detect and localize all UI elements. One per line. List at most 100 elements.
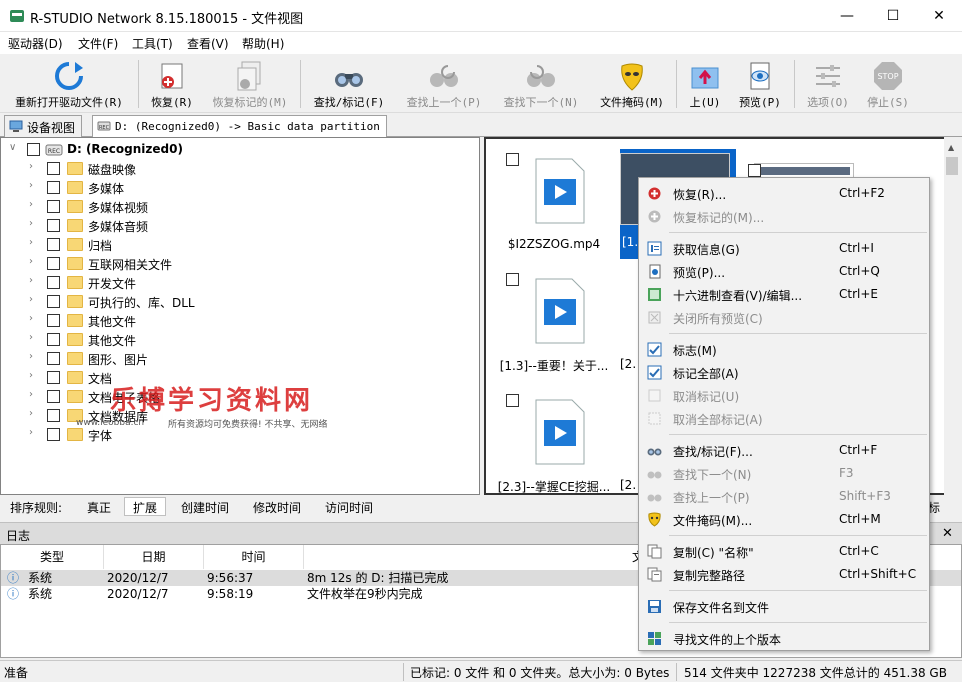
file-checkbox[interactable] xyxy=(506,273,519,286)
context-menu-item[interactable]: 标志(M) xyxy=(639,338,929,361)
maximize-button[interactable]: ☐ xyxy=(870,0,916,32)
chevron-right-icon[interactable]: › xyxy=(29,199,33,210)
menu-help[interactable]: 帮助(H) xyxy=(242,35,284,52)
sort-button[interactable]: 修改时间 xyxy=(244,497,310,516)
log-col-text[interactable]: 文本 xyxy=(304,545,660,569)
find-next-button[interactable]: 查找下一个(N) xyxy=(494,54,588,113)
sort-button[interactable]: 真正 xyxy=(78,497,120,516)
file-panel-scrollbar[interactable]: ▲ xyxy=(944,137,960,495)
context-menu-item[interactable]: 获取信息(G) Ctrl+I xyxy=(639,237,929,260)
log-col-type[interactable]: 类型 xyxy=(1,545,104,569)
file-item[interactable]: [2.3]--掌握CE挖掘... xyxy=(494,380,614,500)
chevron-right-icon[interactable]: › xyxy=(29,332,33,343)
tree-folder[interactable]: › 多媒体音频 xyxy=(1,216,479,235)
file-item[interactable]: [1.3]--重要！关于... xyxy=(494,259,614,379)
context-menu-item[interactable]: 标记全部(A) xyxy=(639,361,929,384)
menu-file[interactable]: 文件(F) xyxy=(78,35,118,52)
log-col-date[interactable]: 日期 xyxy=(104,545,204,569)
recover-marked-button[interactable]: 恢复标记的(M) xyxy=(204,54,296,113)
stop-button[interactable]: STOP 停止(S) xyxy=(860,54,916,113)
tree-folder[interactable]: › 可执行的、库、DLL xyxy=(1,292,479,311)
chevron-right-icon[interactable]: › xyxy=(29,161,33,172)
menu-view[interactable]: 查看(V) xyxy=(187,35,229,52)
tree-folder[interactable]: › 多媒体视频 xyxy=(1,197,479,216)
context-menu-item[interactable]: 取消全部标记(A) xyxy=(639,407,929,430)
tree-checkbox[interactable] xyxy=(47,352,60,365)
context-menu-item[interactable]: 关闭所有预览(C) xyxy=(639,306,929,329)
tree-folder[interactable]: › 其他文件 xyxy=(1,330,479,349)
tree-folder[interactable]: › 归档 xyxy=(1,235,479,254)
file-checkbox[interactable] xyxy=(506,394,519,407)
tree-checkbox[interactable] xyxy=(47,371,60,384)
chevron-right-icon[interactable]: › xyxy=(29,218,33,229)
menu-drive[interactable]: 驱动器(D) xyxy=(8,35,63,52)
chevron-right-icon[interactable]: › xyxy=(29,313,33,324)
tree-folder[interactable]: › 多媒体 xyxy=(1,178,479,197)
tab-device-view[interactable]: 设备视图 xyxy=(4,115,83,137)
tree-folder[interactable]: › 互联网相关文件 xyxy=(1,254,479,273)
context-menu-item[interactable]: 复制完整路径 Ctrl+Shift+C xyxy=(639,563,929,586)
chevron-right-icon[interactable]: › xyxy=(29,408,33,419)
tree-checkbox[interactable] xyxy=(47,314,60,327)
context-menu-item[interactable]: 查找上一个(P) Shift+F3 xyxy=(639,485,929,508)
tree-checkbox[interactable] xyxy=(47,409,60,422)
tree-folder[interactable]: › 图形、图片 xyxy=(1,349,479,368)
close-button[interactable]: ✕ xyxy=(916,0,962,32)
find-mark-button[interactable]: 查找/标记(F) xyxy=(306,54,392,113)
tree-checkbox[interactable] xyxy=(47,257,60,270)
sort-button[interactable]: 创建时间 xyxy=(172,497,238,516)
context-menu-item[interactable]: 文件掩码(M)... Ctrl+M xyxy=(639,508,929,531)
context-menu-item[interactable]: 恢复(R)... Ctrl+F2 xyxy=(639,182,929,205)
chevron-right-icon[interactable]: › xyxy=(29,427,33,438)
context-menu-item[interactable]: 复制(C) "名称" Ctrl+C xyxy=(639,540,929,563)
tree-checkbox[interactable] xyxy=(47,333,60,346)
context-menu-item[interactable]: 十六进制查看(V)/编辑... Ctrl+E xyxy=(639,283,929,306)
chevron-right-icon[interactable]: › xyxy=(29,389,33,400)
context-menu-item[interactable]: 取消标记(U) xyxy=(639,384,929,407)
chevron-down-icon[interactable]: ∨ xyxy=(9,142,16,153)
tree-folder[interactable]: › 开发文件 xyxy=(1,273,479,292)
minimize-button[interactable]: — xyxy=(824,0,870,32)
file-checkbox[interactable] xyxy=(748,164,761,177)
chevron-right-icon[interactable]: › xyxy=(29,275,33,286)
context-menu-item[interactable]: 查找下一个(N) F3 xyxy=(639,462,929,485)
tree-checkbox[interactable] xyxy=(47,428,60,441)
file-item[interactable]: $I2ZSZOG.mp4 xyxy=(494,139,614,259)
tree-checkbox[interactable] xyxy=(47,162,60,175)
file-checkbox[interactable] xyxy=(506,153,519,166)
recover-button[interactable]: 恢复(R) xyxy=(144,54,200,113)
context-menu-item[interactable]: 保存文件名到文件 xyxy=(639,595,929,618)
tree-checkbox[interactable] xyxy=(47,200,60,213)
chevron-right-icon[interactable]: › xyxy=(29,180,33,191)
chevron-right-icon[interactable]: › xyxy=(29,237,33,248)
context-menu-item[interactable]: 预览(P)... Ctrl+Q xyxy=(639,260,929,283)
context-menu-item[interactable]: 恢复标记的(M)... xyxy=(639,205,929,228)
sort-button[interactable]: 访问时间 xyxy=(316,497,382,516)
tree-checkbox[interactable] xyxy=(47,219,60,232)
up-button[interactable]: 上(U) xyxy=(682,54,728,113)
tree-checkbox[interactable] xyxy=(47,276,60,289)
tree-folder[interactable]: › 磁盘映像 xyxy=(1,159,479,178)
tree-checkbox[interactable] xyxy=(47,181,60,194)
tree-checkbox[interactable] xyxy=(47,238,60,251)
tree-root[interactable]: ∨ REC D: (Recognized0) xyxy=(1,140,479,159)
file-mask-button[interactable]: 文件掩码(M) xyxy=(594,54,670,113)
find-prev-button[interactable]: 查找上一个(P) xyxy=(398,54,490,113)
chevron-right-icon[interactable]: › xyxy=(29,256,33,267)
chevron-right-icon[interactable]: › xyxy=(29,294,33,305)
tree-checkbox[interactable] xyxy=(47,295,60,308)
tree-folder[interactable]: › 其他文件 xyxy=(1,311,479,330)
tree-checkbox[interactable] xyxy=(47,390,60,403)
reopen-drive-button[interactable]: 重新打开驱动文件(R) xyxy=(4,54,134,113)
options-button[interactable]: 选项(O) xyxy=(800,54,856,113)
context-menu-item[interactable]: 寻找文件的上个版本 xyxy=(639,627,929,650)
chevron-right-icon[interactable]: › xyxy=(29,351,33,362)
close-icon[interactable]: ✕ xyxy=(942,526,953,541)
menu-tools[interactable]: 工具(T) xyxy=(132,35,173,52)
tree-checkbox[interactable] xyxy=(27,143,40,156)
preview-button[interactable]: 预览(P) xyxy=(732,54,788,113)
tab-partition-view[interactable]: REC D: (Recognized0) -> Basic data parti… xyxy=(92,115,387,138)
sort-button[interactable]: 扩展 xyxy=(124,497,167,516)
log-col-time[interactable]: 时间 xyxy=(204,545,304,569)
chevron-right-icon[interactable]: › xyxy=(29,370,33,381)
